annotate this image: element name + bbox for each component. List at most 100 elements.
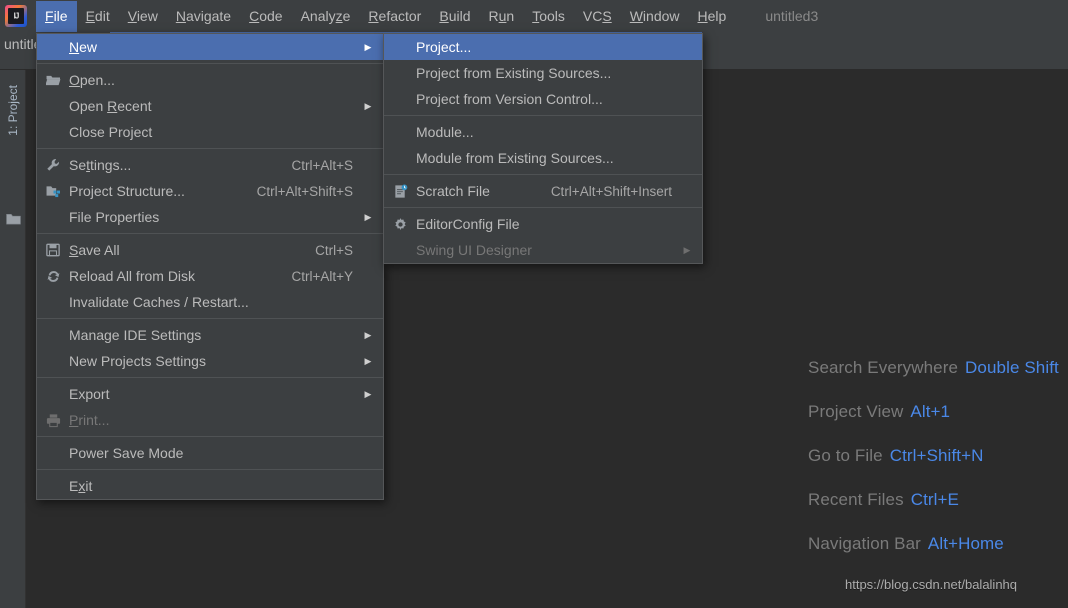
menu-item-save-all[interactable]: Save All Ctrl+S xyxy=(37,237,383,263)
menubar-item-code[interactable]: Code xyxy=(240,3,291,30)
menu-item-exit[interactable]: Exit xyxy=(37,473,383,499)
printer-icon xyxy=(43,413,63,428)
menubar-item-run[interactable]: Run xyxy=(480,3,524,30)
submenu-arrow-icon: ▶ xyxy=(364,41,372,52)
menu-item-label: Project Structure... xyxy=(69,183,185,199)
menu-item-shortcut: Ctrl+Alt+Y xyxy=(291,268,353,284)
file-menu-popup[interactable]: New ▶ Open... Open Recent ▶ Close Project Sett… xyxy=(36,33,384,500)
menu-separator xyxy=(37,233,383,234)
menu-separator xyxy=(384,174,702,175)
menubar-item-label: File xyxy=(45,7,68,24)
menu-item-open-recent[interactable]: Open Recent ▶ xyxy=(37,93,383,119)
menubar-item-label: Run xyxy=(488,7,515,24)
shortcut-hint-project-view: Project View Alt+1 xyxy=(808,402,1068,422)
menu-separator xyxy=(37,63,383,64)
menu-item-module[interactable]: Module... xyxy=(384,119,702,145)
menu-item-file-properties[interactable]: File Properties ▶ xyxy=(37,204,383,230)
menu-item-label: Invalidate Caches / Restart... xyxy=(69,294,249,310)
menubar-item-file[interactable]: File xyxy=(36,0,77,32)
menu-item-label: File Properties xyxy=(69,209,160,225)
menu-item-label: Print... xyxy=(69,412,110,428)
menu-item-label: Export xyxy=(69,386,110,402)
scratch-file-icon xyxy=(390,183,410,199)
submenu-arrow-icon: ▶ xyxy=(364,355,372,366)
watermark-text: https://blog.csdn.net/balalinhq xyxy=(845,577,1018,592)
menu-item-settings[interactable]: Settings... Ctrl+Alt+S xyxy=(37,152,383,178)
menu-item-label: Project... xyxy=(416,39,472,55)
menubar-item-window[interactable]: Window xyxy=(621,3,689,30)
new-submenu-popup[interactable]: Project... Project from Existing Sources.… xyxy=(383,33,703,264)
menubar-item-label: Analyze xyxy=(300,7,351,24)
shortcut-hint-action: Recent Files xyxy=(808,490,904,509)
menu-item-label: Reload All from Disk xyxy=(69,268,196,284)
reload-icon xyxy=(43,269,63,284)
menubar-item-refactor[interactable]: Refactor xyxy=(359,3,430,30)
submenu-arrow-icon: ▶ xyxy=(364,388,372,399)
shortcut-hint-navigation-bar: Navigation Bar Alt+Home xyxy=(808,534,1068,554)
menubar-item-vcs[interactable]: VCS xyxy=(574,3,621,30)
empty-editor-shortcut-hints: Search Everywhere Double Shift Project Vie… xyxy=(808,358,1068,578)
folder-open-icon xyxy=(43,74,63,87)
menu-item-label: Close Project xyxy=(69,124,153,140)
menu-item-label: Open Recent xyxy=(69,98,152,114)
menu-item-project-structure[interactable]: Project Structure... Ctrl+Alt+Shift+S xyxy=(37,178,383,204)
wrench-icon xyxy=(43,158,63,173)
menu-item-label: Settings... xyxy=(69,157,132,173)
menubar-item-edit[interactable]: Edit xyxy=(77,3,119,30)
menubar-item-label: View xyxy=(127,7,158,24)
menubar-item-label: Refactor xyxy=(368,7,422,24)
submenu-arrow-icon: ▶ xyxy=(364,211,372,222)
gear-icon xyxy=(390,217,410,232)
menu-item-scratch-file[interactable]: Scratch File Ctrl+Alt+Shift+Insert xyxy=(384,178,702,204)
left-tool-window-stripe: 1: Project xyxy=(0,70,26,608)
shortcut-hint-action: Navigation Bar xyxy=(808,534,921,553)
menu-item-open[interactable]: Open... xyxy=(37,67,383,93)
menubar-item-label: Help xyxy=(697,7,727,24)
shortcut-hint-recent-files: Recent Files Ctrl+E xyxy=(808,490,1068,510)
shortcut-hint-action: Search Everywhere xyxy=(808,358,959,377)
menu-item-new-projects-settings[interactable]: New Projects Settings ▶ xyxy=(37,348,383,374)
menu-item-label: Project from Existing Sources... xyxy=(416,65,612,81)
menubar-item-label: Navigate xyxy=(175,7,232,24)
menu-item-label: Power Save Mode xyxy=(69,445,184,461)
menu-item-label: Open... xyxy=(69,72,115,88)
menu-item-new[interactable]: New ▶ xyxy=(37,34,383,60)
menubar-item-help[interactable]: Help xyxy=(689,3,736,30)
menu-item-project-version-control[interactable]: Project from Version Control... xyxy=(384,86,702,112)
menu-item-shortcut: Ctrl+Alt+S xyxy=(291,157,353,173)
shortcut-hint-search-everywhere: Search Everywhere Double Shift xyxy=(808,358,1068,378)
submenu-arrow-icon: ▶ xyxy=(683,244,691,255)
menubar-item-navigate[interactable]: Navigate xyxy=(167,3,240,30)
menu-item-project[interactable]: Project... xyxy=(384,34,702,60)
intellij-idea-logo xyxy=(5,5,27,27)
menu-item-swing-ui-designer: Swing UI Designer ▶ xyxy=(384,237,702,263)
menu-separator xyxy=(37,436,383,437)
menu-item-editorconfig-file[interactable]: EditorConfig File xyxy=(384,211,702,237)
sidebar-item-project[interactable]: 1: Project xyxy=(2,82,24,139)
menubar-item-tools[interactable]: Tools xyxy=(523,3,574,30)
menu-item-label: Swing UI Designer xyxy=(416,242,532,258)
menu-item-power-save-mode[interactable]: Power Save Mode xyxy=(37,440,383,466)
menu-item-shortcut: Ctrl+Alt+Shift+Insert xyxy=(550,183,672,199)
menubar-item-build[interactable]: Build xyxy=(430,3,479,30)
menu-item-print: Print... xyxy=(37,407,383,433)
intellij-idea-window: File Edit View Navigate Code Analyze Refactor B… xyxy=(0,0,1068,608)
menu-separator xyxy=(37,469,383,470)
menu-separator xyxy=(37,377,383,378)
menu-item-label: Module from Existing Sources... xyxy=(416,150,614,166)
menu-item-reload-all[interactable]: Reload All from Disk Ctrl+Alt+Y xyxy=(37,263,383,289)
menubar-item-view[interactable]: View xyxy=(119,3,167,30)
menu-item-manage-ide-settings[interactable]: Manage IDE Settings ▶ xyxy=(37,322,383,348)
menu-item-project-existing-sources[interactable]: Project from Existing Sources... xyxy=(384,60,702,86)
folder-icon[interactable] xyxy=(6,213,21,225)
menu-item-export[interactable]: Export ▶ xyxy=(37,381,383,407)
menu-item-invalidate-caches[interactable]: Invalidate Caches / Restart... xyxy=(37,289,383,315)
menu-item-label: Project from Version Control... xyxy=(416,91,603,107)
shortcut-hint-key: Alt+Home xyxy=(927,534,1004,553)
menu-item-module-existing-sources[interactable]: Module from Existing Sources... xyxy=(384,145,702,171)
shortcut-hint-go-to-file: Go to File Ctrl+Shift+N xyxy=(808,446,1068,466)
menubar-item-analyze[interactable]: Analyze xyxy=(292,3,360,30)
menubar-item-label: Build xyxy=(439,7,471,24)
menu-item-shortcut: Ctrl+S xyxy=(315,242,353,258)
menu-item-close-project[interactable]: Close Project xyxy=(37,119,383,145)
